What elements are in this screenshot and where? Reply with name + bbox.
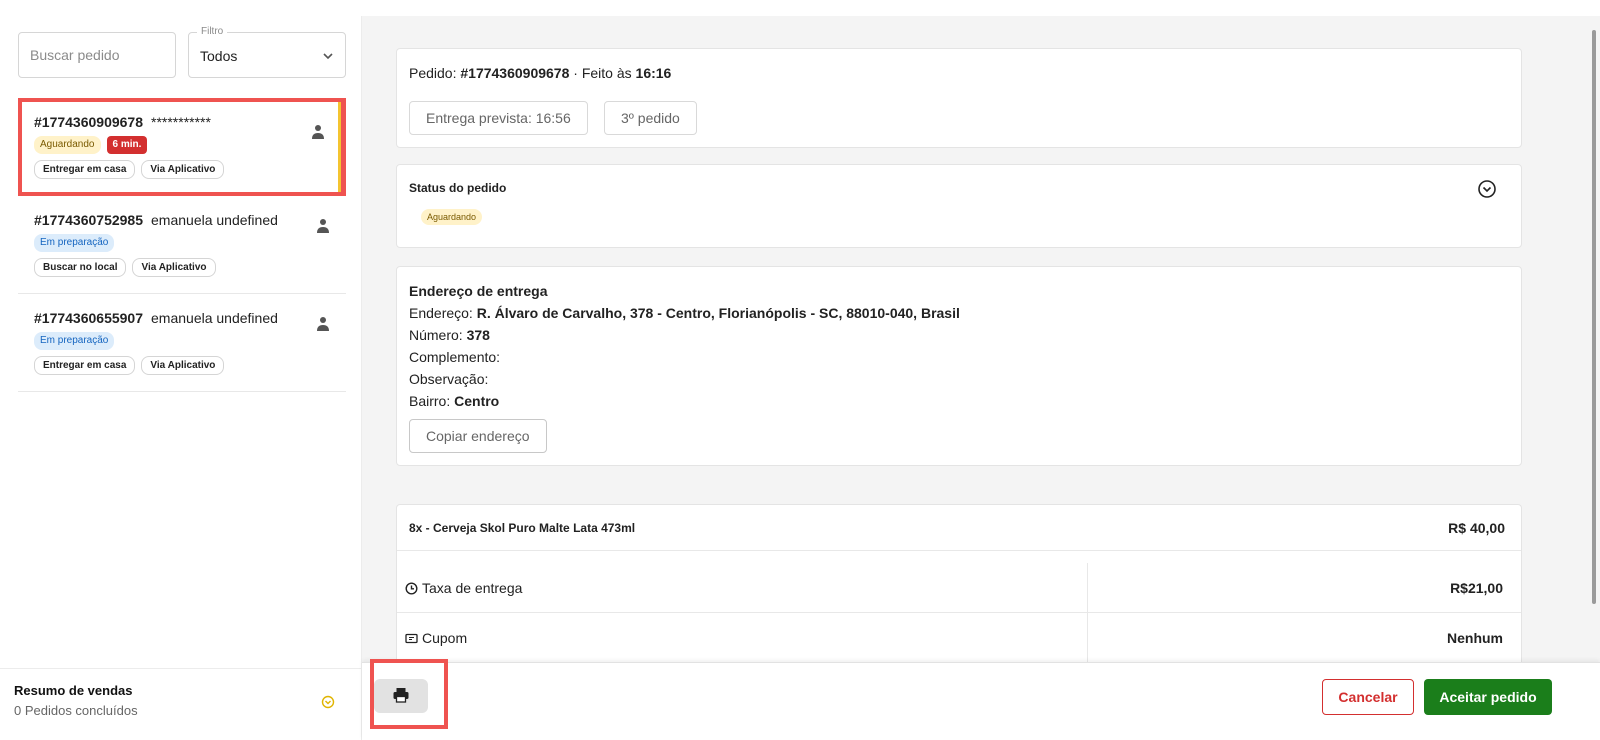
tag-row: Buscar no local Via Aplicativo <box>34 258 216 277</box>
badge-row: Aguardando 6 min. <box>34 136 148 154</box>
address-card: Endereço de entrega Endereço: R. Álvaro … <box>396 266 1522 466</box>
orders-sidebar: Filtro Todos #1774360909678 *********** A… <box>0 16 362 740</box>
coupon-row: Cupom Nenhum <box>397 613 1521 663</box>
status-badge: Em preparação <box>34 234 115 252</box>
chevron-down-icon <box>323 53 333 60</box>
filter-label: Filtro <box>197 26 228 38</box>
items-card: 8x - Cerveja Skol Puro Malte Lata 473ml … <box>396 504 1522 674</box>
order-heading: #1774360909678 *********** <box>34 114 211 130</box>
coupon-value: Nenhum <box>1447 630 1503 646</box>
person-icon <box>312 125 324 139</box>
delivery-fee-label: Taxa de entrega <box>405 580 522 596</box>
order-customer: emanuela undefined <box>151 310 278 326</box>
address-value: R. Álvaro de Carvalho, 378 - Centro, Flo… <box>476 305 960 321</box>
complement-line: Complemento: <box>409 349 500 365</box>
sales-summary[interactable]: Resumo de vendas 0 Pedidos concluídos <box>0 668 361 740</box>
district-line: Bairro: Centro <box>409 393 499 409</box>
scrollbar[interactable] <box>1592 30 1596 604</box>
number-line: Número: 378 <box>409 327 490 343</box>
delivery-tag: Buscar no local <box>34 258 127 277</box>
number-value: 378 <box>466 327 490 343</box>
status-badge: Aguardando <box>34 136 101 154</box>
item-price: R$ 40,00 <box>1448 520 1505 536</box>
action-footer: Cancelar Aceitar pedido <box>362 659 1600 740</box>
tag-row: Entregar em casa Via Aplicativo <box>34 356 225 375</box>
copy-address-button[interactable]: Copiar endereço <box>409 419 547 453</box>
order-list: #1774360909678 *********** Aguardando 6 m… <box>18 98 346 392</box>
status-title: Status do pedido <box>409 181 507 195</box>
order-id: #1774360752985 <box>34 212 144 228</box>
order-item-selected[interactable]: #1774360909678 *********** Aguardando 6 m… <box>18 98 346 196</box>
channel-tag: Via Aplicativo <box>141 160 225 179</box>
address-title: Endereço de entrega <box>409 283 548 299</box>
status-badge: Em preparação <box>34 332 115 350</box>
sales-summary-title: Resumo de vendas <box>14 683 133 698</box>
coupon-label: Cupom <box>405 630 467 646</box>
order-heading: #1774360752985 emanuela undefined <box>34 212 278 228</box>
order-heading: #1774360655907 emanuela undefined <box>34 310 278 326</box>
order-customer: emanuela undefined <box>151 212 278 228</box>
printer-icon <box>393 687 409 703</box>
filter-select[interactable]: Filtro Todos <box>188 26 346 78</box>
address-label: Endereço: <box>409 305 473 321</box>
note-line: Observação: <box>409 371 488 387</box>
person-icon <box>317 219 329 233</box>
order-detail-panel: Pedido: #1774360909678 · Feito às 16:16 … <box>362 16 1600 740</box>
delivery-tag: Entregar em casa <box>34 160 136 179</box>
print-button[interactable] <box>374 679 428 713</box>
channel-tag: Via Aplicativo <box>132 258 216 277</box>
chevron-circle-icon[interactable] <box>1477 179 1497 199</box>
note-label: Observação: <box>409 371 489 387</box>
time-badge: 6 min. <box>106 136 148 154</box>
sales-summary-count: 0 Pedidos concluídos <box>14 703 138 718</box>
order-label: Pedido: <box>409 65 457 81</box>
accept-order-button[interactable]: Aceitar pedido <box>1424 679 1552 715</box>
badge-row: Em preparação <box>34 332 115 350</box>
channel-tag: Via Aplicativo <box>141 356 225 375</box>
search-input[interactable] <box>18 32 176 78</box>
coupon-text: Cupom <box>422 630 468 646</box>
order-count-chip: 3º pedido <box>604 101 697 135</box>
status-badge: Aguardando <box>421 209 483 225</box>
filter-value: Todos <box>200 48 238 64</box>
status-card: Status do pedido Aguardando <box>396 164 1522 248</box>
order-number: #1774360909678 <box>460 65 570 81</box>
delivery-fee-text: Taxa de entrega <box>422 580 523 596</box>
delivery-fee-row: Taxa de entrega R$21,00 <box>397 563 1521 613</box>
district-value: Centro <box>454 393 500 409</box>
number-label: Número: <box>409 327 463 343</box>
district-label: Bairro: <box>409 393 451 409</box>
order-customer: *********** <box>151 114 211 130</box>
complement-label: Complemento: <box>409 349 501 365</box>
eta-chip: Entrega prevista: 16:56 <box>409 101 588 135</box>
delivery-fee-value: R$21,00 <box>1450 580 1503 596</box>
order-item[interactable]: #1774360655907 emanuela undefined Em prep… <box>18 294 346 392</box>
order-item[interactable]: #1774360752985 emanuela undefined Em prep… <box>18 196 346 294</box>
order-id: #1774360909678 <box>34 114 144 130</box>
person-icon <box>317 317 329 331</box>
clock-icon <box>405 581 418 595</box>
order-id: #1774360655907 <box>34 310 144 326</box>
order-line: Pedido: #1774360909678 · Feito às 16:16 <box>409 65 671 81</box>
badge-row: Em preparação <box>34 234 115 252</box>
chevron-circle-icon[interactable] <box>321 695 335 709</box>
cancel-button[interactable]: Cancelar <box>1322 679 1414 715</box>
order-separator: · Feito às <box>573 65 632 81</box>
order-time: 16:16 <box>635 65 672 81</box>
delivery-tag: Entregar em casa <box>34 356 136 375</box>
item-row: 8x - Cerveja Skol Puro Malte Lata 473ml … <box>397 505 1521 551</box>
order-summary-card: Pedido: #1774360909678 · Feito às 16:16 … <box>396 48 1522 148</box>
address-line: Endereço: R. Álvaro de Carvalho, 378 - C… <box>409 305 960 321</box>
ticket-icon <box>405 633 418 643</box>
item-name: 8x - Cerveja Skol Puro Malte Lata 473ml <box>409 521 636 535</box>
tag-row: Entregar em casa Via Aplicativo <box>34 160 225 179</box>
